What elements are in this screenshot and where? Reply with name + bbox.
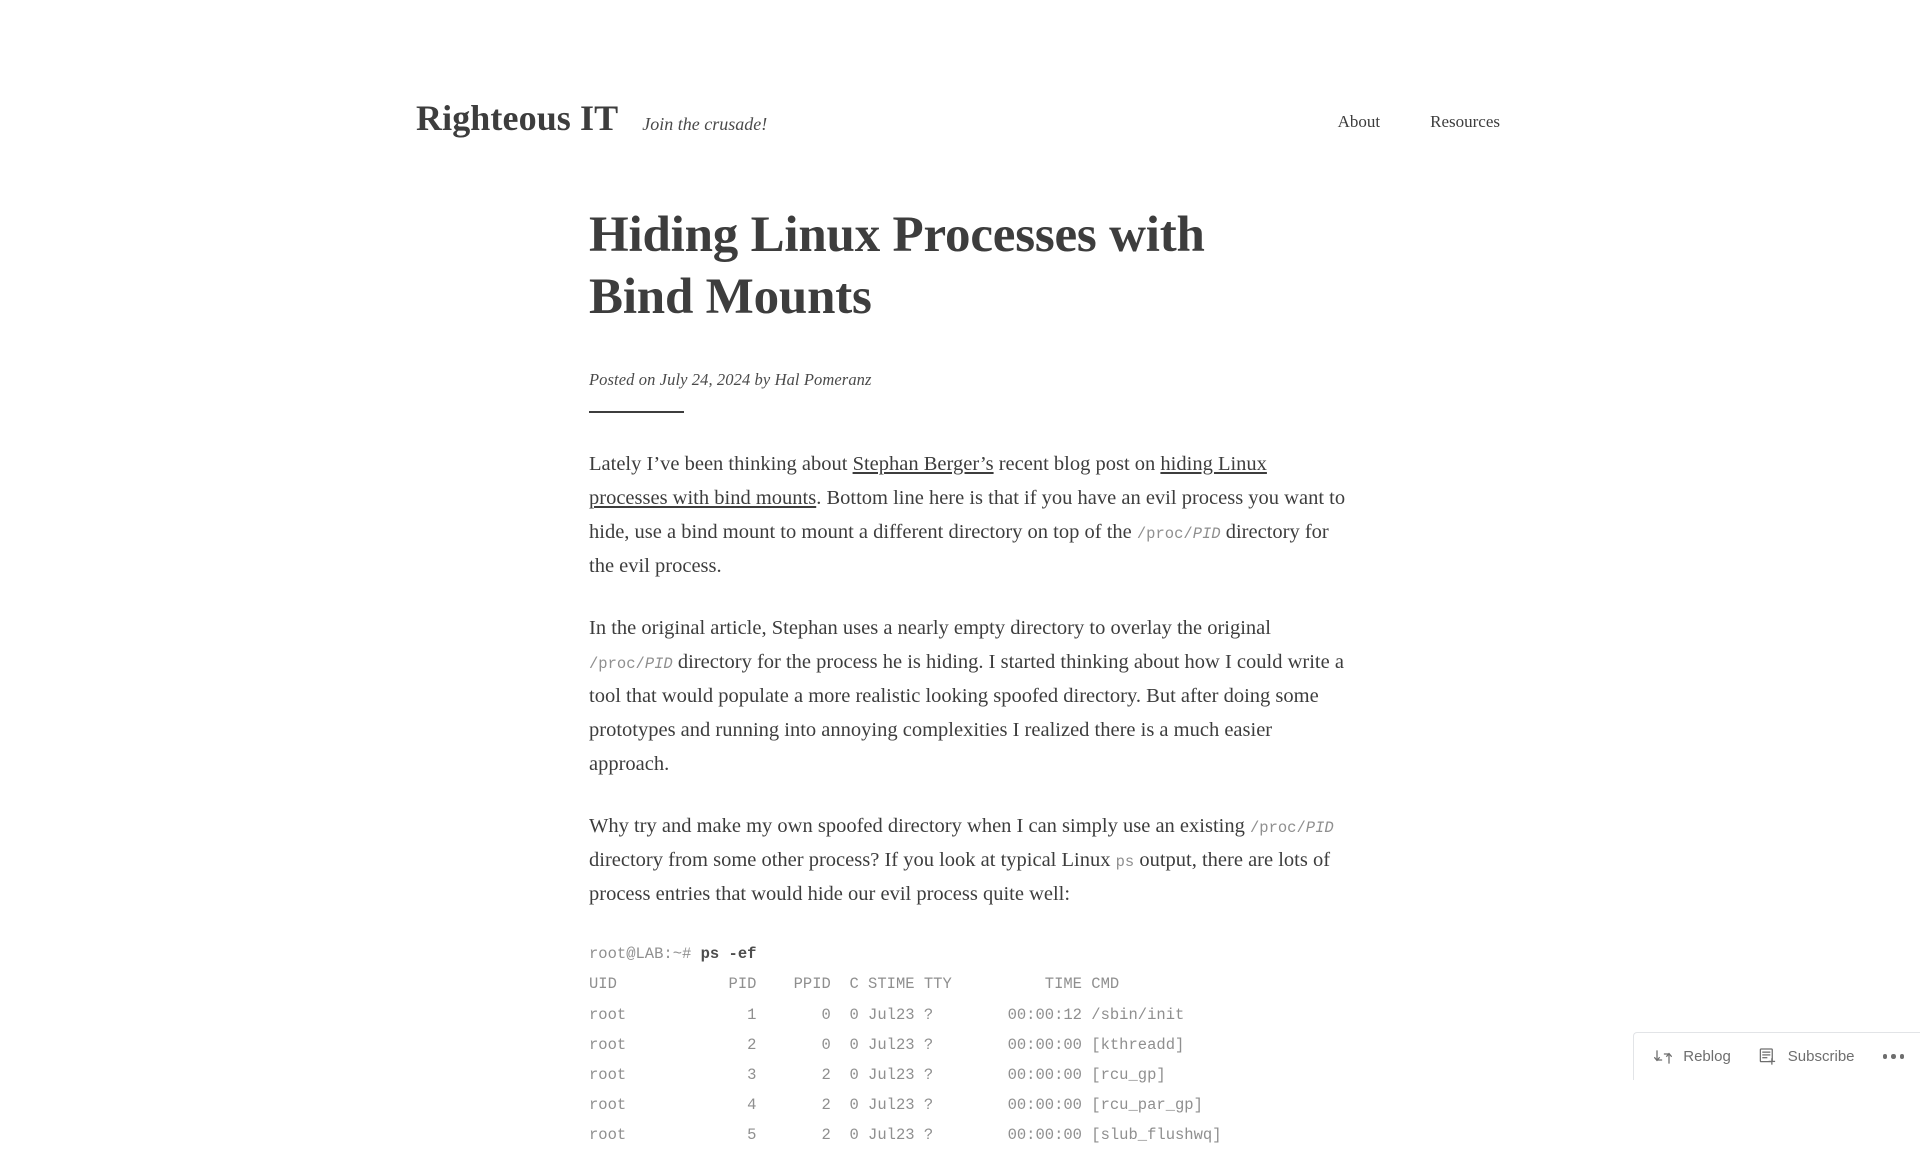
inline-code-proc-pid: /proc/PID — [589, 655, 673, 673]
blog-post: Hiding Linux Processes with Bind Mounts … — [589, 205, 1349, 1151]
code-pid-var: PID — [1192, 524, 1221, 543]
by-label: by — [750, 370, 775, 390]
ps-row: root 2 0 0 Jul23 ? 00:00:00 [kthreadd] — [589, 1035, 1185, 1054]
shell-command: ps -ef — [700, 945, 757, 964]
p3-text-a: Why try and make my own spoofed director… — [589, 815, 1250, 838]
title-divider — [589, 410, 684, 413]
wordpress-action-bar: Reblog Subscribe — [1633, 1032, 1920, 1080]
main-content: Hiding Linux Processes with Bind Mounts … — [589, 205, 1349, 1166]
post-author[interactable]: Hal Pomeranz — [775, 370, 872, 389]
ps-row: root 4 2 0 Jul23 ? 00:00:00 [rcu_par_gp] — [589, 1096, 1203, 1115]
primary-navigation: About Resources — [0, 113, 1920, 130]
paragraph-3: Why try and make my own spoofed director… — [589, 809, 1349, 911]
shell-prompt: root@LAB:~# — [589, 945, 701, 964]
subscribe-icon — [1757, 1046, 1779, 1068]
code-proc-path: /proc/ — [1249, 819, 1306, 838]
page-title: Hiding Linux Processes with Bind Mounts — [589, 207, 1205, 325]
link-stephan-berger[interactable]: Stephan Berger’s — [853, 453, 994, 475]
inline-code-proc-pid: /proc/PID — [1137, 525, 1221, 543]
posted-on-label: Posted on — [589, 370, 660, 390]
ellipsis-dot — [1899, 1054, 1904, 1059]
nav-item-resources[interactable]: Resources — [1430, 113, 1500, 130]
ps-row: root 3 2 0 Jul23 ? 00:00:00 [rcu_gp] — [589, 1065, 1166, 1084]
reblog-label: Reblog — [1683, 1048, 1731, 1065]
inline-code-ps: ps — [1115, 853, 1135, 872]
terminal-code-block: root@LAB:~# ps -ef UID PID PPID C STIME … — [589, 939, 1349, 1151]
code-proc-path: /proc/ — [1136, 524, 1193, 543]
code-proc-path: /proc/ — [589, 654, 645, 673]
p3-text-b: directory from some other process? If yo… — [589, 849, 1116, 872]
post-body: Lately I’ve been thinking about Stephan … — [589, 447, 1349, 1151]
ps-row: root 1 0 0 Jul23 ? 00:00:12 /sbin/init — [589, 1005, 1185, 1024]
nav-item-about[interactable]: About — [1338, 113, 1381, 130]
subscribe-label: Subscribe — [1787, 1048, 1855, 1065]
ps-row: root 5 2 0 Jul23 ? 00:00:00 [slub_flushw… — [589, 1126, 1222, 1145]
paragraph-2: In the original article, Stephan uses a … — [589, 611, 1349, 781]
site-header: Righteous IT Join the crusade! About Res… — [0, 0, 1920, 170]
post-date[interactable]: July 24, 2024 — [660, 370, 751, 389]
reblog-button[interactable]: Reblog — [1652, 1046, 1731, 1068]
inline-code-proc-pid: /proc/PID — [1250, 819, 1334, 837]
post-meta: Posted on July 24, 2024 by Hal Pomeranz — [589, 372, 1349, 389]
ellipsis-dot — [1882, 1054, 1887, 1059]
paragraph-1: Lately I’ve been thinking about Stephan … — [589, 447, 1349, 583]
p2-text-a: In the original article, Stephan uses a … — [589, 616, 1271, 639]
p2-text-b: directory for the process he is hiding. … — [589, 650, 1344, 776]
code-pid-var: PID — [644, 654, 673, 673]
ellipsis-dot — [1891, 1054, 1896, 1059]
p1-text-b: recent blog post on — [993, 452, 1161, 475]
subscribe-button[interactable]: Subscribe — [1757, 1046, 1855, 1068]
ellipsis-icon[interactable] — [1881, 1050, 1907, 1063]
p1-text-a: Lately I’ve been thinking about — [589, 452, 853, 475]
ps-header-row: UID PID PPID C STIME TTY TIME CMD — [589, 975, 1120, 994]
code-pid-var: PID — [1305, 819, 1334, 838]
reblog-icon — [1652, 1046, 1674, 1068]
